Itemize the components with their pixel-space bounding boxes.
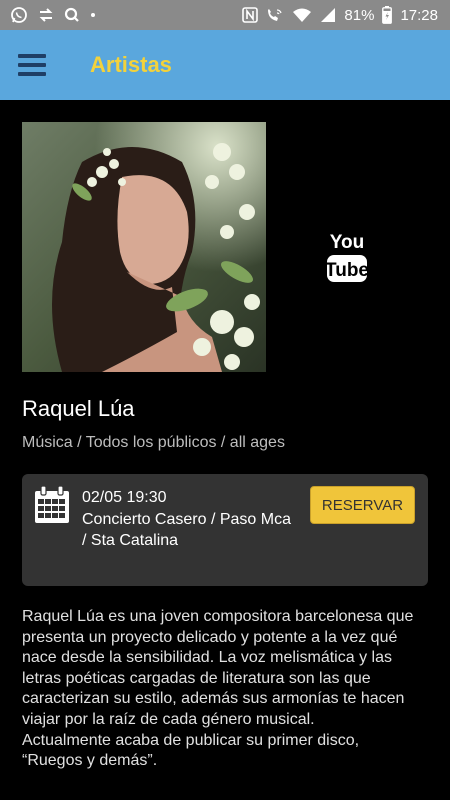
status-notifications [10, 6, 242, 24]
artist-description: Raquel Lúa es una joven compositora barc… [22, 607, 422, 800]
nfc-icon [242, 6, 259, 24]
dot-icon [90, 6, 96, 24]
youtube-link[interactable]: You Tube [325, 228, 369, 284]
svg-text:Tube: Tube [326, 260, 368, 281]
artist-photo [22, 122, 266, 372]
app-bar: Artistas [0, 30, 450, 100]
event-place: Concierto Casero / Paso Mca / Sta Catali… [82, 511, 291, 549]
page-title: Artistas [90, 52, 172, 77]
signal-icon [320, 6, 336, 24]
menu-icon[interactable] [18, 54, 46, 76]
status-bar: 81% 17:28 [0, 0, 450, 30]
event-datetime: 02/05 19:30 [82, 489, 167, 506]
svg-text:You: You [330, 232, 364, 253]
search-app-icon [64, 6, 80, 24]
youtube-icon: You Tube [325, 232, 369, 282]
calendar-icon [35, 486, 69, 523]
status-system: 81% 17:28 [242, 6, 438, 24]
battery-percentage: 81% [344, 6, 375, 24]
battery-charging-icon [382, 6, 393, 24]
clock: 17:28 [400, 6, 438, 24]
wifi-call-icon [266, 6, 284, 24]
artist-name: Raquel Lúa [22, 396, 135, 421]
whatsapp-icon [10, 6, 28, 24]
artist-category: Música / Todos los públicos / all ages [22, 434, 285, 451]
reserve-button[interactable]: RESERVAR [310, 486, 415, 524]
description-paragraph-1: Raquel Lúa es una joven compositora barc… [22, 608, 414, 728]
description-paragraph-2: Actualmente acaba de publicar su primer … [22, 731, 360, 770]
wifi-icon [292, 6, 312, 24]
transfer-icon [38, 6, 54, 24]
event-card: 02/05 19:30 Concierto Casero / Paso Mca … [22, 474, 428, 586]
